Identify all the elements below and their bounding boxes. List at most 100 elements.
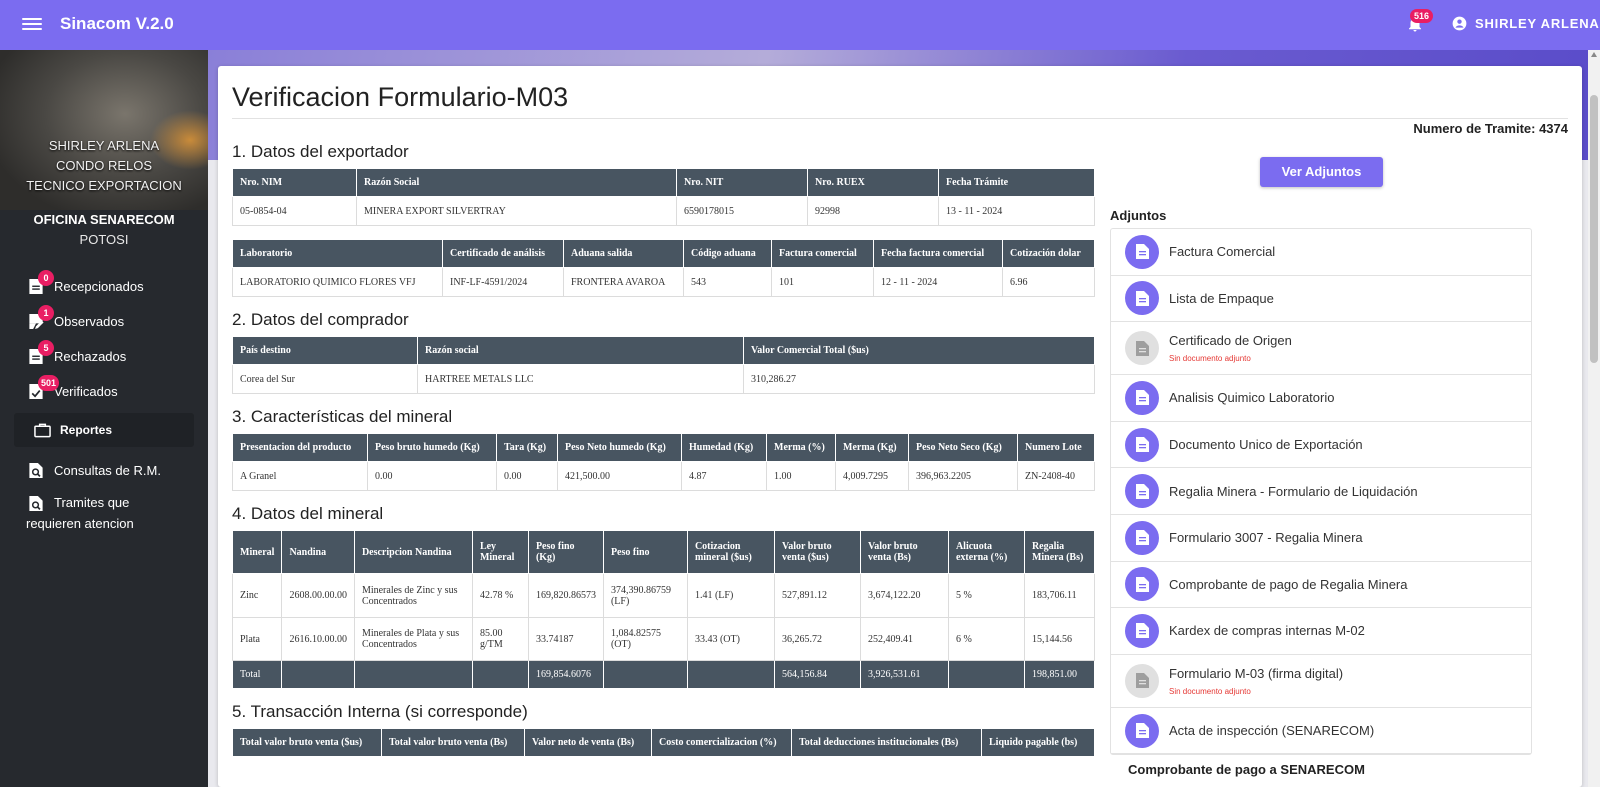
table-cell: 05-0854-04 [232,196,357,226]
table-header-row: Laboratorio Certificado de análisis Adua… [232,239,1095,268]
table-header-row: Nro. NIM Razón Social Nro. NIT Nro. RUEX… [232,168,1095,197]
transaccion-table: Total valor bruto venta ($us) Total valo… [232,728,1095,757]
table-cell: 564,156.84 [773,660,861,689]
attachment-label: Formulario 3007 - Regalia Minera [1169,530,1363,546]
column-header: Valor bruto venta (Bs) [859,530,949,574]
list-item[interactable]: Certificado de Origen Sin documento adjun… [1111,322,1531,376]
list-item[interactable]: Lista de Empaque [1111,276,1531,323]
sidebar-item-rechazados[interactable]: Rechazados 5 [0,339,208,374]
exportador-table: Nro. NIM Razón Social Nro. NIT Nro. RUEX… [232,168,1095,226]
table-cell: Minerales de Plata y sus Concentrados [353,617,473,661]
table-cell [281,660,355,689]
sidebar-item-label: Rechazados [54,349,127,364]
sidebar-item-label: Observados [54,314,125,329]
count-badge: 5 [38,340,54,356]
sidebar-item-recepcionados[interactable]: Recepcionados 0 [0,269,208,304]
document-icon [1125,427,1159,462]
column-header: País destino [232,336,418,365]
table-cell: 252,409.41 [859,617,949,661]
column-header: Regalia Minera (Bs) [1023,530,1096,574]
document-icon [1125,380,1159,415]
count-badge: 501 [38,375,60,391]
list-item[interactable]: Factura Comercial [1111,229,1531,276]
section-title-transaccion: 5. Transacción Interna (si corresponde) [232,702,528,721]
tramite-number: Numero de Tramite: 4374 [1413,121,1568,136]
list-item[interactable]: Formulario 3007 - Regalia Minera [1111,515,1531,562]
count-badge: 0 [38,270,54,286]
table-cell: 527,891.12 [773,573,861,618]
table-cell: 33.74187 [527,617,604,661]
sidebar-item-label: Recepcionados [54,279,144,294]
table-cell: FRONTERA AVAROA [563,267,684,297]
table-cell: 310,286.27 [743,364,1095,394]
scrollbar-thumb[interactable] [1590,95,1598,363]
list-item[interactable]: Analisis Quimico Laboratorio [1111,375,1531,422]
table-cell: 92998 [807,196,939,226]
list-item[interactable]: Formulario M-03 (firma digital) Sin docum… [1111,655,1531,708]
ver-adjuntos-button[interactable]: Ver Adjuntos [1260,157,1383,187]
document-search-icon [29,495,43,512]
tramites-text: Tramites que requieren atencion [26,492,156,534]
table-cell: 42.78 % [471,573,529,618]
page-scrollbar[interactable] [1588,50,1600,787]
attachment-label: Acta de inspección (SENARECOM) [1169,723,1375,739]
notification-badge: 516 [1410,9,1434,23]
column-header: Merma (%) [766,433,836,462]
sidebar-item-label: Consultas de R.M. [54,463,161,478]
list-item[interactable]: Comprobante de pago de Regalia Minera [1111,562,1531,609]
laboratorio-table: Laboratorio Certificado de análisis Adua… [232,239,1095,297]
caracteristicas-table: Presentacion del producto Peso bruto hum… [232,433,1095,491]
column-header: Nandina [281,530,355,574]
sidebar-item-consultas[interactable]: Consultas de R.M. [0,453,208,488]
column-header: Laboratorio [232,239,443,268]
table-cell [471,660,529,689]
table-cell: 85.00 g/TM [471,617,529,661]
comprobante-senarecom-heading: Comprobante de pago a SENARECOM [1128,762,1365,777]
table-cell: MINERA EXPORT SILVERTRAY [356,196,677,226]
column-header: Certificado de análisis [442,239,564,268]
section-title-caracteristicas: 3. Características del mineral [232,407,453,426]
table-cell: 374,390.86759 (LF) [602,573,688,618]
main-card: Verificacion Formulario-M03 Numero de Tr… [218,66,1582,787]
list-item[interactable]: Documento Unico de Exportación [1111,422,1531,469]
user-menu[interactable]: SHIRLEY ARLENA [1452,16,1600,31]
table-header-row: País destino Razón social Valor Comercia… [232,336,1095,365]
profile-role: TECNICO EXPORTACION [26,178,182,193]
column-header: Valor neto de venta (Bs) [524,728,652,757]
scroll-up-arrow-icon[interactable] [1591,52,1597,57]
column-header: Factura comercial [771,239,874,268]
table-cell: Zinc [231,573,283,618]
list-item[interactable]: Kardex de compras internas M-02 [1111,608,1531,655]
table-cell: 2616.10.00.00 [281,617,355,661]
table-cell: 543 [683,267,772,297]
hamburger-menu-icon[interactable] [22,15,42,35]
table-cell: 12 - 11 - 2024 [873,267,1003,297]
column-header: Tara (Kg) [496,433,558,462]
sidebar-item-verificados[interactable]: Verificados 501 [0,374,208,409]
profile-hero: SHIRLEY ARLENA CONDO RELOS TECNICO EXPOR… [0,50,208,210]
table-header-row: Total valor bruto venta ($us) Total valo… [232,728,1095,757]
profile-text: SHIRLEY ARLENA CONDO RELOS TECNICO EXPOR… [0,136,208,196]
column-header: Liquido pagable (bs) [981,728,1095,757]
table-cell: Total [231,660,283,689]
list-item[interactable]: Acta de inspección (SENARECOM) [1111,708,1531,755]
table-row: Plata 2616.10.00.00 Minerales de Plata y… [231,617,1096,661]
column-header: Peso Neto humedo (Kg) [557,433,682,462]
column-header: Presentacion del producto [232,433,368,462]
column-header: Valor Comercial Total ($us) [743,336,1095,365]
table-cell [686,660,775,689]
column-header: Alicuota externa (%) [947,530,1025,574]
sidebar-item-tramites[interactable]: Tramites que requieren atencion [0,488,208,544]
document-icon [1125,567,1159,602]
table-cell [947,660,1025,689]
column-header: Nro. RUEX [807,168,939,197]
column-header: Nro. NIT [676,168,808,197]
list-item[interactable]: Regalia Minera - Formulario de Liquidaci… [1111,468,1531,515]
table-cell: 5 % [947,573,1025,618]
app-title: Sinacom V.2.0 [60,14,174,33]
title-divider [232,118,1568,119]
table-cell: 3,926,531.61 [859,660,949,689]
sidebar-item-reportes[interactable]: Reportes [14,413,194,447]
attachment-label: Regalia Minera - Formulario de Liquidaci… [1169,483,1418,499]
sidebar-item-observados[interactable]: Observados 1 [0,304,208,339]
